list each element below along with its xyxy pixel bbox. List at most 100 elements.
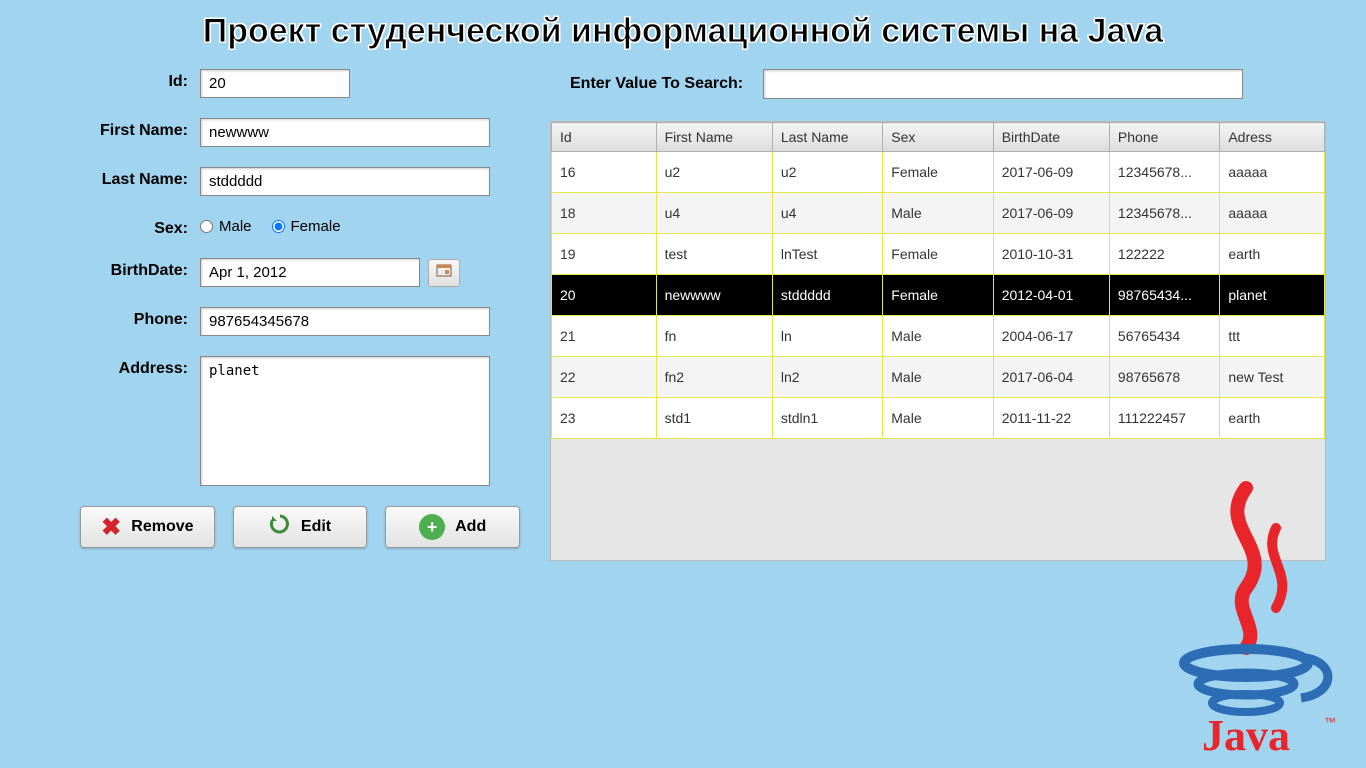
table-cell[interactable]: fn [656, 316, 772, 357]
table-cell[interactable]: 23 [552, 398, 657, 439]
table-cell[interactable]: std1 [656, 398, 772, 439]
table-row[interactable]: 23std1stdln1Male2011-11-22111222457earth [552, 398, 1325, 439]
table-cell[interactable]: Male [883, 193, 993, 234]
address-field[interactable] [200, 356, 490, 486]
radio-female[interactable]: Female [272, 218, 341, 235]
label-address: Address: [40, 356, 200, 378]
calendar-icon [436, 263, 452, 282]
header-id[interactable]: Id [552, 123, 657, 152]
table-row[interactable]: 16u2u2Female2017-06-0912345678...aaaaa [552, 152, 1325, 193]
table-cell[interactable]: aaaaa [1220, 193, 1325, 234]
table-cell[interactable]: 20 [552, 275, 657, 316]
table-cell[interactable]: stddddd [772, 275, 882, 316]
action-bar: ✖ Remove Edit + Add [80, 506, 520, 548]
table-cell[interactable]: 19 [552, 234, 657, 275]
remove-button-label: Remove [131, 518, 193, 536]
table-cell[interactable]: 12345678... [1109, 152, 1219, 193]
radio-female-input[interactable] [272, 220, 285, 233]
table-cell[interactable]: lnTest [772, 234, 882, 275]
radio-male[interactable]: Male [200, 218, 252, 235]
table-container: Id First Name Last Name Sex BirthDate Ph… [550, 121, 1326, 561]
table-cell[interactable]: Male [883, 398, 993, 439]
table-cell[interactable]: newwww [656, 275, 772, 316]
header-birthdate[interactable]: BirthDate [993, 123, 1109, 152]
header-first-name[interactable]: First Name [656, 123, 772, 152]
table-cell[interactable]: new Test [1220, 357, 1325, 398]
first-name-field[interactable] [200, 118, 490, 147]
table-cell[interactable]: 18 [552, 193, 657, 234]
table-cell[interactable]: 12345678... [1109, 193, 1219, 234]
form-column: Id: First Name: Last Name: Sex: Male Fem… [40, 69, 520, 561]
remove-button[interactable]: ✖ Remove [80, 506, 215, 548]
add-button[interactable]: + Add [385, 506, 520, 548]
table-cell[interactable]: aaaaa [1220, 152, 1325, 193]
phone-field[interactable] [200, 307, 490, 336]
table-cell[interactable]: u2 [772, 152, 882, 193]
last-name-field[interactable] [200, 167, 490, 196]
table-cell[interactable]: 2010-10-31 [993, 234, 1109, 275]
table-cell[interactable]: 2011-11-22 [993, 398, 1109, 439]
table-cell[interactable]: 122222 [1109, 234, 1219, 275]
label-sex: Sex: [40, 216, 200, 238]
table-cell[interactable]: u4 [772, 193, 882, 234]
table-cell[interactable]: 98765434... [1109, 275, 1219, 316]
table-cell[interactable]: Male [883, 316, 993, 357]
edit-button[interactable]: Edit [233, 506, 368, 548]
header-phone[interactable]: Phone [1109, 123, 1219, 152]
table-cell[interactable]: 111222457 [1109, 398, 1219, 439]
table-cell[interactable]: stdln1 [772, 398, 882, 439]
table-cell[interactable]: ttt [1220, 316, 1325, 357]
label-id: Id: [40, 69, 200, 91]
table-row[interactable]: 18u4u4Male2017-06-0912345678...aaaaa [552, 193, 1325, 234]
id-field[interactable] [200, 69, 350, 98]
table-row[interactable]: 22fn2ln2Male2017-06-0498765678new Test [552, 357, 1325, 398]
table-cell[interactable]: 2012-04-01 [993, 275, 1109, 316]
refresh-icon [269, 513, 291, 541]
table-cell[interactable]: ln2 [772, 357, 882, 398]
table-cell[interactable]: 22 [552, 357, 657, 398]
table-cell[interactable]: 16 [552, 152, 657, 193]
search-label: Enter Value To Search: [570, 75, 743, 93]
table-cell[interactable]: Female [883, 234, 993, 275]
table-cell[interactable]: Female [883, 152, 993, 193]
students-table[interactable]: Id First Name Last Name Sex BirthDate Ph… [551, 122, 1325, 439]
label-last-name: Last Name: [40, 167, 200, 189]
radio-male-input[interactable] [200, 220, 213, 233]
table-cell[interactable]: planet [1220, 275, 1325, 316]
table-cell[interactable]: u4 [656, 193, 772, 234]
table-cell[interactable]: earth [1220, 398, 1325, 439]
radio-male-label: Male [219, 218, 252, 235]
table-cell[interactable]: u2 [656, 152, 772, 193]
add-button-label: Add [455, 518, 486, 536]
table-cell[interactable]: 21 [552, 316, 657, 357]
table-cell[interactable]: 2017-06-09 [993, 193, 1109, 234]
table-cell[interactable]: 2004-06-17 [993, 316, 1109, 357]
svg-text:Java: Java [1202, 711, 1290, 758]
table-cell[interactable]: fn2 [656, 357, 772, 398]
header-address[interactable]: Adress [1220, 123, 1325, 152]
table-cell[interactable]: 2017-06-09 [993, 152, 1109, 193]
date-picker-button[interactable] [428, 259, 460, 287]
table-row[interactable]: 20newwwwstdddddFemale2012-04-0198765434.… [552, 275, 1325, 316]
birthdate-field[interactable] [200, 258, 420, 287]
label-first-name: First Name: [40, 118, 200, 140]
header-last-name[interactable]: Last Name [772, 123, 882, 152]
right-column: Enter Value To Search: Id First Name Las… [550, 69, 1326, 561]
table-cell[interactable]: ln [772, 316, 882, 357]
table-row[interactable]: 19testlnTestFemale2010-10-31122222earth [552, 234, 1325, 275]
search-input[interactable] [763, 69, 1243, 99]
table-cell[interactable]: Female [883, 275, 993, 316]
header-sex[interactable]: Sex [883, 123, 993, 152]
label-birthdate: BirthDate: [40, 258, 200, 280]
table-header-row: Id First Name Last Name Sex BirthDate Ph… [552, 123, 1325, 152]
sex-radio-group: Male Female [200, 216, 341, 235]
remove-icon: ✖ [101, 513, 121, 542]
radio-female-label: Female [291, 218, 341, 235]
table-cell[interactable]: earth [1220, 234, 1325, 275]
table-cell[interactable]: Male [883, 357, 993, 398]
table-cell[interactable]: test [656, 234, 772, 275]
table-cell[interactable]: 98765678 [1109, 357, 1219, 398]
table-cell[interactable]: 56765434 [1109, 316, 1219, 357]
table-cell[interactable]: 2017-06-04 [993, 357, 1109, 398]
table-row[interactable]: 21fnlnMale2004-06-1756765434ttt [552, 316, 1325, 357]
